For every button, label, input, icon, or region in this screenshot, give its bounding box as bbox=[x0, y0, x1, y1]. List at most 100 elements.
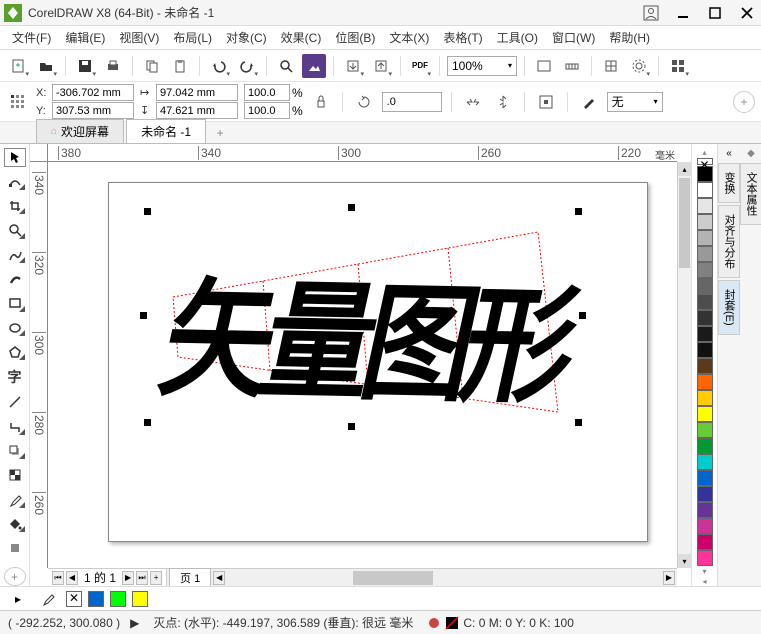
menu-bitmap[interactable]: 位图(B) bbox=[329, 27, 381, 48]
docker-pin-icon[interactable]: ◆ bbox=[747, 148, 755, 159]
docker-expand-button[interactable]: « bbox=[726, 148, 732, 159]
user-account-icon[interactable] bbox=[641, 3, 661, 23]
selection-handle[interactable] bbox=[144, 208, 151, 215]
color-swatch[interactable] bbox=[697, 246, 713, 262]
color-swatch[interactable] bbox=[697, 390, 713, 406]
color-swatch[interactable] bbox=[697, 534, 713, 550]
undo-button[interactable] bbox=[207, 54, 231, 78]
scroll-thumb[interactable] bbox=[353, 571, 433, 585]
transparency-tool[interactable] bbox=[4, 466, 26, 484]
import-button[interactable] bbox=[341, 54, 365, 78]
polygon-tool[interactable] bbox=[4, 343, 26, 361]
pick-tool[interactable] bbox=[4, 148, 26, 167]
menu-text[interactable]: 文本(X) bbox=[383, 27, 435, 48]
x-input[interactable] bbox=[52, 84, 134, 101]
vertical-scrollbar[interactable]: ▴ ▾ bbox=[677, 162, 691, 568]
menu-object[interactable]: 对象(C) bbox=[220, 27, 273, 48]
quick-swatch[interactable] bbox=[110, 591, 126, 607]
export-button[interactable] bbox=[369, 54, 393, 78]
y-input[interactable] bbox=[52, 102, 134, 119]
envelope-object[interactable]: 矢量图形 bbox=[148, 212, 578, 422]
scroll-left-button[interactable]: ◀ bbox=[213, 571, 225, 585]
quick-swatch[interactable] bbox=[88, 591, 104, 607]
scroll-right-button[interactable]: ▶ bbox=[663, 571, 675, 585]
crop-tool[interactable] bbox=[4, 197, 26, 215]
zoom-combo[interactable]: 100% bbox=[447, 56, 517, 76]
selection-handle[interactable] bbox=[140, 312, 147, 319]
search-button[interactable] bbox=[274, 54, 298, 78]
swatch-none[interactable] bbox=[66, 591, 82, 607]
tab-welcome[interactable]: ⌂欢迎屏幕 bbox=[36, 119, 124, 143]
horizontal-ruler[interactable]: 380 340 300 260 220 bbox=[48, 144, 677, 162]
wrap-button[interactable] bbox=[534, 90, 558, 114]
rotation-input[interactable] bbox=[382, 92, 442, 112]
palette-down-button[interactable]: ▾ bbox=[702, 567, 706, 576]
palette-flyout-button[interactable]: ◂ bbox=[702, 577, 706, 586]
color-swatch[interactable] bbox=[697, 518, 713, 534]
canvas[interactable]: 矢量图形 bbox=[48, 162, 677, 568]
color-swatch[interactable] bbox=[697, 502, 713, 518]
zoom-tool[interactable] bbox=[4, 221, 26, 239]
color-swatch[interactable] bbox=[697, 374, 713, 390]
width-input[interactable] bbox=[156, 84, 238, 101]
palette-up-button[interactable]: ▴ bbox=[702, 148, 706, 157]
connector-tool[interactable] bbox=[4, 417, 26, 435]
menu-file[interactable]: 文件(F) bbox=[6, 27, 57, 48]
eyedropper-tool[interactable] bbox=[4, 490, 26, 508]
selection-handle[interactable] bbox=[575, 208, 582, 215]
color-swatch[interactable] bbox=[697, 214, 713, 230]
artistic-media-tool[interactable] bbox=[4, 270, 26, 288]
copy-button[interactable] bbox=[140, 54, 164, 78]
tab-document[interactable]: 未命名 -1 bbox=[126, 119, 206, 143]
color-swatch[interactable] bbox=[697, 358, 713, 374]
show-rulers-button[interactable] bbox=[560, 54, 584, 78]
fill-indicator-icon[interactable] bbox=[445, 616, 459, 630]
selection-handle[interactable] bbox=[575, 419, 582, 426]
palette-menu-button[interactable]: ▸ bbox=[6, 587, 30, 611]
ellipse-tool[interactable] bbox=[4, 319, 26, 337]
shape-tool[interactable] bbox=[4, 173, 26, 191]
prev-page-button[interactable]: ◀ bbox=[66, 571, 78, 585]
color-swatch[interactable] bbox=[697, 422, 713, 438]
height-input[interactable] bbox=[156, 102, 238, 119]
launch-button[interactable] bbox=[666, 54, 690, 78]
lock-ratio-button[interactable] bbox=[309, 90, 333, 114]
swatch-none[interactable] bbox=[697, 158, 713, 165]
color-swatch[interactable] bbox=[697, 326, 713, 342]
snap-button[interactable] bbox=[599, 54, 623, 78]
color-swatch[interactable] bbox=[697, 406, 713, 422]
scroll-down-button[interactable]: ▾ bbox=[678, 554, 691, 568]
new-button[interactable] bbox=[6, 54, 30, 78]
add-preset-button[interactable]: + bbox=[733, 91, 755, 113]
color-swatch[interactable] bbox=[697, 470, 713, 486]
add-page-button[interactable]: + bbox=[150, 571, 162, 585]
color-swatch[interactable] bbox=[697, 550, 713, 566]
mirror-h-button[interactable] bbox=[461, 90, 485, 114]
menu-layout[interactable]: 布局(L) bbox=[167, 27, 218, 48]
scale-y-input[interactable] bbox=[244, 102, 290, 119]
customize-toolbox-button[interactable]: + bbox=[4, 567, 26, 586]
docker-text-properties[interactable]: 文本属性 bbox=[740, 163, 761, 225]
last-page-button[interactable]: ⏭ bbox=[136, 571, 148, 585]
open-button[interactable] bbox=[34, 54, 58, 78]
print-button[interactable] bbox=[101, 54, 125, 78]
selection-handle[interactable] bbox=[348, 204, 355, 211]
color-swatch[interactable] bbox=[697, 486, 713, 502]
freehand-tool[interactable] bbox=[4, 246, 26, 264]
color-swatch[interactable] bbox=[697, 454, 713, 470]
options-button[interactable] bbox=[627, 54, 651, 78]
docker-envelope[interactable]: 封套(E) bbox=[718, 280, 740, 335]
menu-help[interactable]: 帮助(H) bbox=[603, 27, 656, 48]
scroll-up-button[interactable]: ▴ bbox=[678, 162, 691, 176]
save-button[interactable] bbox=[73, 54, 97, 78]
color-swatch[interactable] bbox=[697, 230, 713, 246]
docker-align[interactable]: 对齐与分布 bbox=[718, 205, 740, 278]
image-adjust-button[interactable] bbox=[302, 54, 326, 78]
publish-pdf-button[interactable]: PDF bbox=[408, 54, 432, 78]
first-page-button[interactable]: ⏮ bbox=[52, 571, 64, 585]
color-swatch[interactable] bbox=[697, 262, 713, 278]
paste-button[interactable] bbox=[168, 54, 192, 78]
fill-tool[interactable] bbox=[4, 515, 26, 533]
quick-swatch[interactable] bbox=[132, 591, 148, 607]
smart-fill-tool[interactable] bbox=[4, 539, 26, 557]
